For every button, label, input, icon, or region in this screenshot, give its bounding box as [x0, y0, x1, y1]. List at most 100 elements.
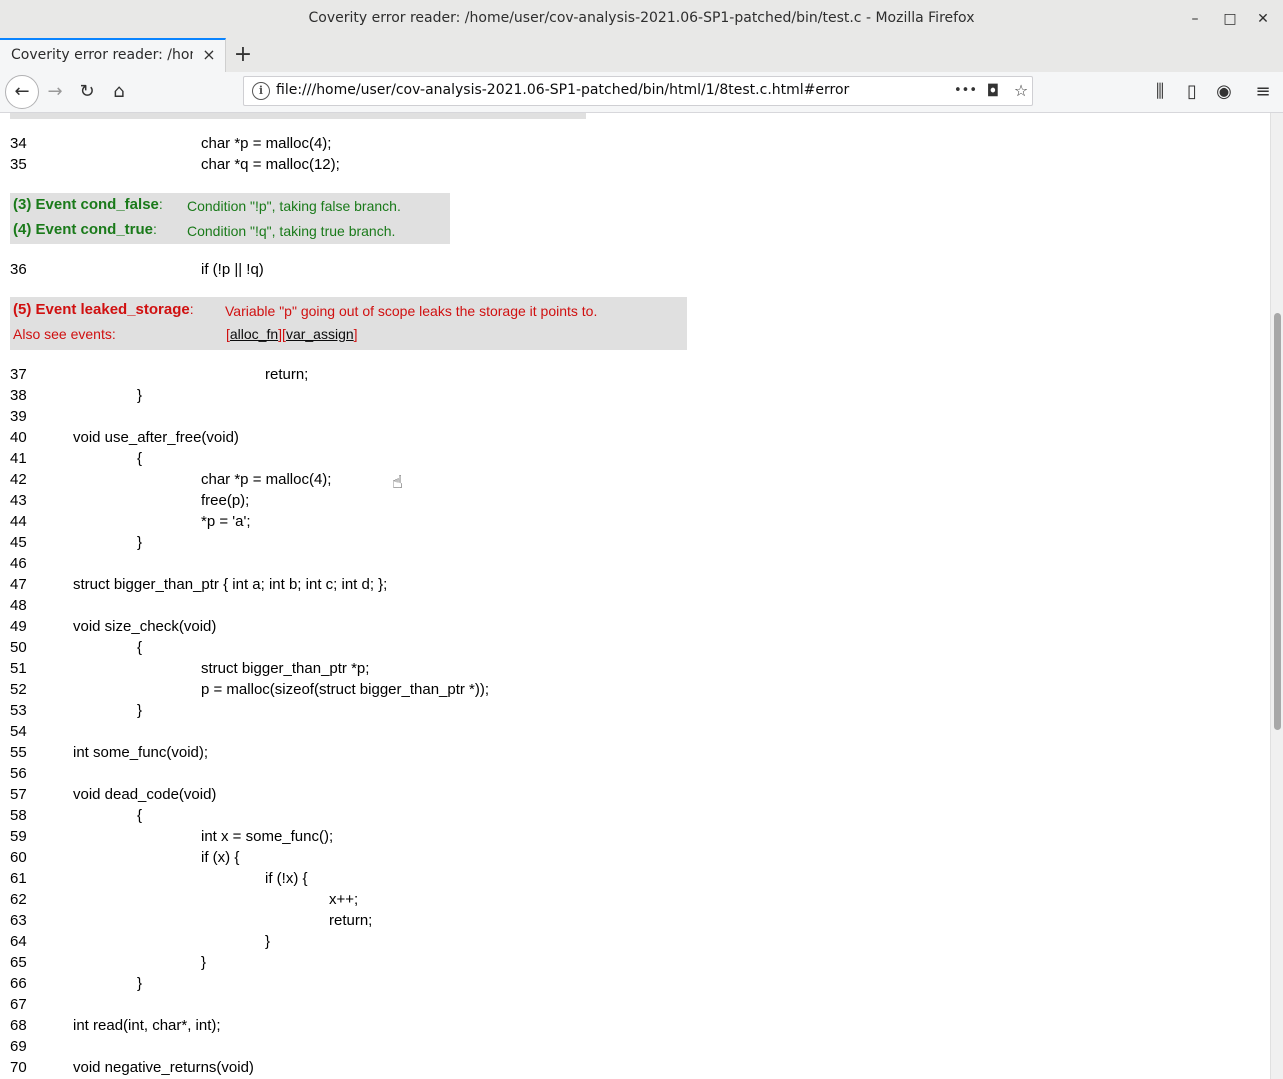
- line-code: free(p);: [201, 492, 250, 509]
- event-cond-false: (3) Event cond_false: Condition "!p", ta…: [13, 196, 401, 220]
- reload-icon[interactable]: ↻: [74, 79, 100, 105]
- code-line: 39: [0, 408, 1260, 429]
- forward-icon[interactable]: →: [42, 79, 68, 105]
- close-window-icon[interactable]: ✕: [1252, 8, 1274, 30]
- line-code: }: [137, 534, 143, 551]
- line-code: {: [137, 450, 143, 467]
- line-code: {: [137, 807, 143, 824]
- url-bar[interactable]: i file:///home/user/cov-analysis-2021.06…: [243, 76, 1033, 106]
- line-number: 41: [10, 450, 27, 467]
- line-number: 49: [10, 618, 27, 635]
- home-icon[interactable]: ⌂: [106, 79, 132, 105]
- window-titlebar: Coverity error reader: /home/user/cov-an…: [0, 0, 1283, 39]
- line-code: p = malloc(sizeof(struct bigger_than_ptr…: [201, 681, 490, 698]
- event-link-var-assign[interactable]: var_assign: [286, 326, 354, 342]
- line-number: 52: [10, 681, 27, 698]
- line-number: 60: [10, 849, 27, 866]
- event-title: (4) Event cond_true: [13, 221, 154, 238]
- minimize-icon[interactable]: –: [1184, 8, 1206, 30]
- code-line: 41 {: [0, 450, 1260, 471]
- sidebar-icon[interactable]: ▯: [1179, 79, 1205, 105]
- line-code: char *p = malloc(4);: [201, 135, 332, 152]
- code-line: 66}: [0, 975, 1260, 996]
- event-leaked-storage: (5) Event leaked_storage: Variable "p" g…: [13, 301, 597, 325]
- code-line: 69: [0, 1038, 1260, 1059]
- code-line: 61 if (!x) {: [0, 870, 1260, 891]
- code-line: 36 if (!p || !q): [0, 261, 1260, 282]
- line-number: 47: [10, 576, 27, 593]
- line-code: char *p = malloc(4);: [201, 471, 332, 488]
- line-number: 66: [10, 975, 27, 992]
- code-line: 49 void size_check(void): [0, 618, 1260, 639]
- event-link-alloc-fn[interactable]: alloc_fn: [230, 326, 278, 342]
- vertical-scrollbar[interactable]: [1270, 113, 1283, 1079]
- line-number: 53: [10, 702, 27, 719]
- also-see-events: Also see events: [alloc_fn][var_assign]: [13, 326, 358, 350]
- bookmark-star-icon[interactable]: ☆: [1010, 80, 1032, 102]
- line-code: *p = 'a';: [201, 513, 251, 530]
- code-line: 42 char *p = malloc(4);: [0, 471, 1260, 492]
- library-icon[interactable]: ⫼: [1147, 79, 1173, 105]
- menu-icon[interactable]: ≡: [1250, 79, 1276, 105]
- pocket-icon[interactable]: ◘: [982, 80, 1004, 102]
- line-number: 67: [10, 996, 27, 1013]
- code-line: 43 free(p);: [0, 492, 1260, 513]
- line-code: if (!p || !q): [201, 261, 264, 278]
- line-code: if (!x) {: [265, 870, 308, 887]
- line-number: 63: [10, 912, 27, 929]
- code-line: 55 int some_func(void);: [0, 744, 1260, 765]
- also-see-label: Also see events:: [13, 326, 116, 342]
- scrollbar-thumb[interactable]: [1274, 313, 1281, 730]
- code-line: 63 return;: [0, 912, 1260, 933]
- line-number: 42: [10, 471, 27, 488]
- line-code: if (x) {: [201, 849, 240, 866]
- code-line: 54: [0, 723, 1260, 744]
- event-title: (3) Event cond_false: [13, 196, 159, 213]
- tab-coverity-error-reader[interactable]: Coverity error reader: /home/user/cov-an…: [0, 38, 226, 72]
- line-number: 64: [10, 933, 27, 950]
- new-tab-button[interactable]: +: [230, 42, 256, 68]
- line-number: 50: [10, 639, 27, 656]
- line-code: }: [201, 954, 207, 971]
- event-box-conditions: (3) Event cond_false: Condition "!p", ta…: [10, 193, 450, 244]
- url-text[interactable]: file:///home/user/cov-analysis-2021.06-S…: [276, 82, 849, 98]
- code-line: 64}: [0, 933, 1260, 954]
- line-code: void negative_returns(void): [73, 1059, 254, 1076]
- event-colon: :: [189, 301, 194, 317]
- line-code: }: [137, 975, 143, 992]
- account-icon[interactable]: ◉: [1211, 79, 1237, 105]
- event-title: (5) Event leaked_storage: [13, 301, 190, 318]
- line-code: return;: [265, 366, 309, 383]
- line-code: struct bigger_than_ptr { int a; int b; i…: [73, 576, 388, 593]
- line-code: int some_func(void);: [73, 744, 209, 761]
- line-number: 68: [10, 1017, 27, 1034]
- code-line: 70 void negative_returns(void): [0, 1059, 1260, 1079]
- info-icon[interactable]: i: [252, 82, 270, 100]
- line-number: 70: [10, 1059, 27, 1076]
- line-number: 58: [10, 807, 27, 824]
- line-number: 39: [10, 408, 27, 425]
- line-code: int x = some_func();: [201, 828, 334, 845]
- line-number: 54: [10, 723, 27, 740]
- line-number: 65: [10, 954, 27, 971]
- tab-label: Coverity error reader: /home/user/cov-an…: [11, 47, 193, 63]
- line-number: 59: [10, 828, 27, 845]
- maximize-icon[interactable]: □: [1219, 8, 1241, 30]
- line-code: x++;: [329, 891, 359, 908]
- code-line: 45}: [0, 534, 1260, 555]
- page-actions-icon[interactable]: •••: [954, 80, 977, 102]
- line-number: 34: [10, 135, 27, 152]
- line-code: }: [137, 387, 143, 404]
- back-button[interactable]: ←: [5, 75, 39, 109]
- line-number: 62: [10, 891, 27, 908]
- line-number: 44: [10, 513, 27, 530]
- line-code: {: [137, 639, 143, 656]
- code-line: 48: [0, 597, 1260, 618]
- code-line: 57 void dead_code(void): [0, 786, 1260, 807]
- code-line: 68 int read(int, char*, int);: [0, 1017, 1260, 1038]
- code-line: 67: [0, 996, 1260, 1017]
- line-number: 48: [10, 597, 27, 614]
- line-number: 37: [10, 366, 27, 383]
- tab-close-icon[interactable]: ×: [200, 45, 218, 65]
- event-colon: :: [158, 196, 163, 212]
